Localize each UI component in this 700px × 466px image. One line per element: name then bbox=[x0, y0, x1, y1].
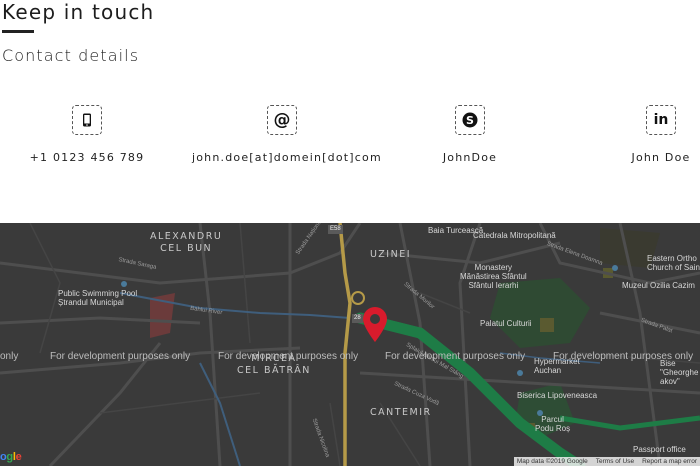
dev-watermark: For development purposes only bbox=[385, 351, 526, 362]
at-icon: @ bbox=[267, 105, 297, 135]
linkedin-icon: in bbox=[646, 105, 676, 135]
map-data-credit: Map data ©2019 Google bbox=[516, 458, 588, 465]
phone-number[interactable]: +1 0123 456 789 bbox=[0, 151, 177, 164]
skype-icon: S bbox=[455, 105, 485, 135]
section-title: Keep in touch bbox=[2, 0, 155, 24]
district-uzinei: UZINEI bbox=[370, 249, 412, 260]
email-address[interactable]: john.doe[at]domein[dot]com bbox=[192, 151, 381, 164]
map-footer: Map data ©2019 Google Terms of Use Repor… bbox=[513, 457, 700, 466]
title-underline bbox=[2, 30, 34, 33]
place-monastery: Monastery Mănăstirea Sfântul Sfântul Ier… bbox=[460, 263, 527, 290]
contact-linkedin: in John Doe bbox=[571, 105, 700, 164]
dev-watermark: For development purposes only bbox=[50, 351, 191, 362]
contact-email: @ john.doe[at]domein[dot]com bbox=[192, 105, 381, 164]
place-catedrala: Catedrala Mitropolitană bbox=[473, 231, 556, 240]
place-palatul: Palatul Culturii bbox=[480, 319, 532, 328]
road-badge-e58: E58 bbox=[328, 225, 343, 234]
place-muzeul: Muzeul Ozilia Cazim bbox=[622, 281, 695, 290]
place-biserica: Biserica Lipoveneasca bbox=[517, 391, 598, 400]
place-eastern: Eastern Ortho Church of Sain bbox=[647, 254, 700, 272]
phone-icon bbox=[72, 105, 102, 135]
svg-text:S: S bbox=[466, 114, 474, 127]
district-alexandru: ALEXANDRU CEL BUN bbox=[150, 231, 223, 254]
dev-watermark: For development purposes only bbox=[218, 351, 359, 362]
place-parcul: Parcul Podu Roș bbox=[535, 415, 571, 433]
district-cantemir: CANTEMIR bbox=[370, 407, 432, 418]
contact-skype: S JohnDoe bbox=[380, 105, 560, 164]
section-subtitle: Contact details bbox=[2, 46, 140, 65]
skype-handle[interactable]: JohnDoe bbox=[380, 151, 560, 164]
linkedin-name[interactable]: John Doe bbox=[571, 151, 700, 164]
place-passport: Passport office bbox=[633, 445, 686, 454]
dev-watermark-fragment: only bbox=[0, 351, 19, 362]
map[interactable]: ALEXANDRU CEL BUN UZINEI MIRCEA CEL BĂTR… bbox=[0, 223, 700, 466]
report-map-error-link[interactable]: Report a map error bbox=[642, 457, 697, 466]
dev-watermark: For development purposes only bbox=[553, 351, 694, 362]
place-gheorghe: Bise "Gheorghe akov" bbox=[660, 359, 699, 386]
place-pool: Public Swimming Pool Ștrandul Municipal bbox=[58, 289, 138, 307]
contact-phone: +1 0123 456 789 bbox=[0, 105, 177, 164]
terms-of-use-link[interactable]: Terms of Use bbox=[596, 457, 634, 466]
google-logo[interactable]: ogle bbox=[0, 451, 22, 463]
